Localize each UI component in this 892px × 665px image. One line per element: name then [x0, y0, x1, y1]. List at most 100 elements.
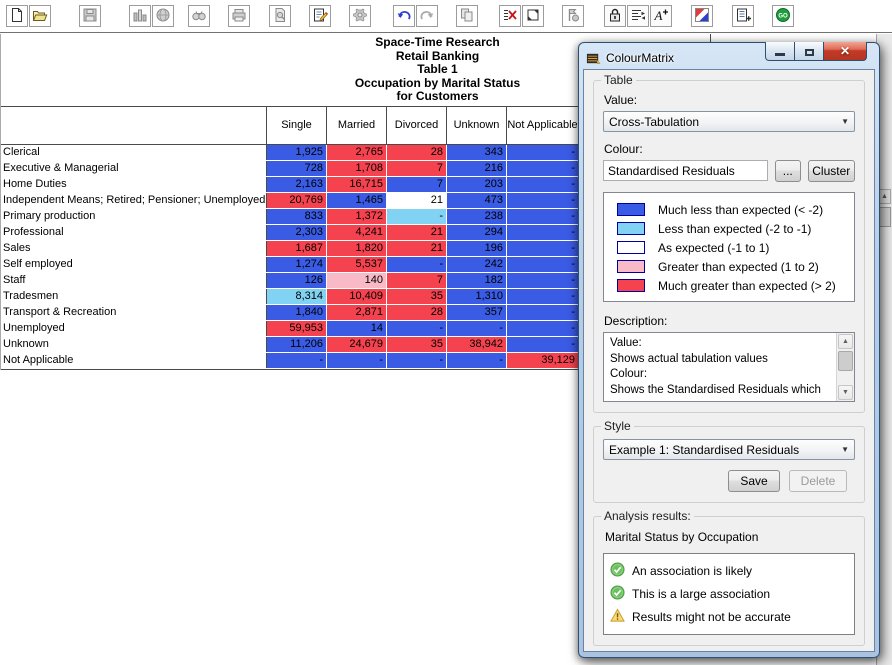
data-cell[interactable]: 196: [447, 241, 507, 256]
data-cell[interactable]: 4,241: [327, 225, 387, 240]
data-cell[interactable]: 35: [387, 289, 447, 304]
data-cell[interactable]: 21: [387, 241, 447, 256]
data-cell[interactable]: 343: [447, 145, 507, 160]
data-cell[interactable]: -: [507, 193, 579, 208]
data-cell[interactable]: 140: [327, 273, 387, 288]
data-cell[interactable]: 8,314: [267, 289, 327, 304]
data-cell[interactable]: 1,820: [327, 241, 387, 256]
add-table-button[interactable]: [732, 5, 754, 27]
data-cell[interactable]: -: [507, 321, 579, 336]
column-header[interactable]: Divorced: [387, 107, 447, 144]
delete-cross-button[interactable]: [499, 5, 521, 27]
data-cell[interactable]: 1,840: [267, 305, 327, 320]
font-increase-button[interactable]: A: [650, 5, 672, 27]
data-cell[interactable]: 126: [267, 273, 327, 288]
edit-annotations-button[interactable]: [309, 5, 331, 27]
data-cell[interactable]: -: [507, 305, 579, 320]
row-header[interactable]: Primary production: [1, 209, 267, 224]
data-cell[interactable]: 1,310: [447, 289, 507, 304]
colour-input[interactable]: [603, 160, 768, 181]
lock-button[interactable]: [604, 5, 626, 27]
data-cell[interactable]: 39,129: [507, 353, 579, 368]
data-cell[interactable]: -: [507, 273, 579, 288]
data-cell[interactable]: 238: [447, 209, 507, 224]
data-cell[interactable]: 7: [387, 161, 447, 176]
scroll-up-icon[interactable]: ▲: [838, 334, 853, 349]
data-cell[interactable]: 14: [327, 321, 387, 336]
undo-button[interactable]: [393, 5, 415, 27]
data-cell[interactable]: 5,537: [327, 257, 387, 272]
row-header[interactable]: Unemployed: [1, 321, 267, 336]
row-header[interactable]: Tradesmen: [1, 289, 267, 304]
data-cell[interactable]: -: [267, 353, 327, 368]
data-cell[interactable]: 833: [267, 209, 327, 224]
data-cell[interactable]: 21: [387, 193, 447, 208]
maximize-button[interactable]: [795, 42, 823, 61]
minimize-button[interactable]: [765, 42, 795, 61]
data-cell[interactable]: -: [507, 145, 579, 160]
scroll-down-icon[interactable]: ▼: [838, 385, 853, 400]
data-cell[interactable]: -: [507, 241, 579, 256]
data-cell[interactable]: 7: [387, 177, 447, 192]
data-cell[interactable]: 473: [447, 193, 507, 208]
data-cell[interactable]: 10,409: [327, 289, 387, 304]
data-cell[interactable]: 38,942: [447, 337, 507, 352]
data-cell[interactable]: 1,274: [267, 257, 327, 272]
row-header[interactable]: Professional: [1, 225, 267, 240]
data-cell[interactable]: -: [507, 177, 579, 192]
row-header[interactable]: Clerical: [1, 145, 267, 160]
data-cell[interactable]: -: [387, 209, 447, 224]
data-cell[interactable]: 2,871: [327, 305, 387, 320]
cluster-button[interactable]: Cluster: [808, 160, 855, 182]
field-order-button[interactable]: [627, 5, 649, 27]
data-cell[interactable]: -: [387, 353, 447, 368]
data-cell[interactable]: 1,687: [267, 241, 327, 256]
data-cell[interactable]: 728: [267, 161, 327, 176]
description-scrollbar[interactable]: ▲ ▼: [836, 333, 854, 401]
style-combobox[interactable]: Example 1: Standardised Residuals ▼: [603, 439, 855, 460]
browse-button[interactable]: ...: [775, 160, 801, 182]
column-header[interactable]: Unknown: [447, 107, 507, 144]
data-cell[interactable]: 182: [447, 273, 507, 288]
data-cell[interactable]: 203: [447, 177, 507, 192]
delete-button[interactable]: Delete: [789, 470, 847, 492]
column-header[interactable]: Single: [267, 107, 327, 144]
data-cell[interactable]: 1,708: [327, 161, 387, 176]
go-button[interactable]: GO: [772, 5, 794, 27]
data-cell[interactable]: 357: [447, 305, 507, 320]
open-file-button[interactable]: [29, 5, 51, 27]
row-header[interactable]: Sales: [1, 241, 267, 256]
data-cell[interactable]: 2,765: [327, 145, 387, 160]
data-cell[interactable]: -: [507, 257, 579, 272]
data-cell[interactable]: -: [507, 289, 579, 304]
save-button[interactable]: Save: [728, 470, 780, 492]
data-cell[interactable]: -: [507, 225, 579, 240]
data-cell[interactable]: 20,769: [267, 193, 327, 208]
scrollbar-thumb[interactable]: [838, 351, 853, 371]
row-header[interactable]: Home Duties: [1, 177, 267, 192]
new-document-button[interactable]: [6, 5, 28, 27]
row-header[interactable]: Self employed: [1, 257, 267, 272]
data-cell[interactable]: 59,953: [267, 321, 327, 336]
data-cell[interactable]: 242: [447, 257, 507, 272]
data-cell[interactable]: 28: [387, 145, 447, 160]
close-button[interactable]: ✕: [823, 42, 867, 61]
data-cell[interactable]: 16,715: [327, 177, 387, 192]
data-cell[interactable]: -: [447, 353, 507, 368]
data-cell[interactable]: 1,372: [327, 209, 387, 224]
row-header[interactable]: Independent Means; Retired; Pensioner; U…: [1, 193, 267, 208]
data-cell[interactable]: -: [447, 321, 507, 336]
column-header[interactable]: Married: [327, 107, 387, 144]
row-header[interactable]: Transport & Recreation: [1, 305, 267, 320]
row-header[interactable]: Unknown: [1, 337, 267, 352]
colour-matrix-button[interactable]: [691, 5, 713, 27]
data-cell[interactable]: -: [507, 209, 579, 224]
data-cell[interactable]: 216: [447, 161, 507, 176]
data-cell[interactable]: -: [327, 353, 387, 368]
data-cell[interactable]: 294: [447, 225, 507, 240]
data-cell[interactable]: 28: [387, 305, 447, 320]
data-cell[interactable]: 11,206: [267, 337, 327, 352]
row-header[interactable]: Staff: [1, 273, 267, 288]
data-cell[interactable]: 24,679: [327, 337, 387, 352]
data-cell[interactable]: 2,163: [267, 177, 327, 192]
